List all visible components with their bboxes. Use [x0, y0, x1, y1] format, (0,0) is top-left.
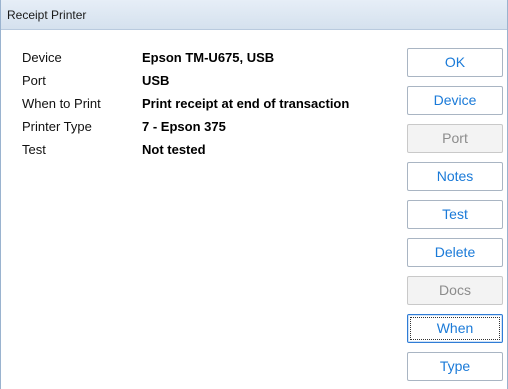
port-value: USB: [142, 73, 170, 88]
port-label: Port: [22, 73, 46, 88]
port-button[interactable]: Port: [407, 124, 503, 153]
property-row-test: Test Not tested: [22, 138, 402, 161]
docs-button[interactable]: Docs: [407, 276, 503, 305]
device-label: Device: [22, 50, 62, 65]
window-title: Receipt Printer: [7, 8, 87, 22]
printer-type-value: 7 - Epson 375: [142, 119, 226, 134]
property-row-when-to-print: When to Print Print receipt at end of tr…: [22, 92, 402, 115]
delete-button[interactable]: Delete: [407, 238, 503, 267]
when-to-print-label: When to Print: [22, 96, 101, 111]
property-row-device: Device Epson TM-U675, USB: [22, 46, 402, 69]
when-button[interactable]: When: [407, 314, 503, 343]
printer-properties: Device Epson TM-U675, USB Port USB When …: [22, 46, 402, 161]
button-column: OK Device Port Notes Test Delete Docs Wh…: [407, 48, 503, 389]
ok-button[interactable]: OK: [407, 48, 503, 77]
test-button[interactable]: Test: [407, 200, 503, 229]
title-bar: Receipt Printer: [1, 0, 507, 30]
when-to-print-value: Print receipt at end of transaction: [142, 96, 350, 111]
test-value: Not tested: [142, 142, 206, 157]
property-row-printer-type: Printer Type 7 - Epson 375: [22, 115, 402, 138]
type-button[interactable]: Type: [407, 352, 503, 381]
device-value: Epson TM-U675, USB: [142, 50, 275, 65]
printer-type-label: Printer Type: [22, 119, 92, 134]
test-label: Test: [22, 142, 46, 157]
receipt-printer-dialog: Receipt Printer Device Epson TM-U675, US…: [0, 0, 508, 389]
property-row-port: Port USB: [22, 69, 402, 92]
notes-button[interactable]: Notes: [407, 162, 503, 191]
device-button[interactable]: Device: [407, 86, 503, 115]
